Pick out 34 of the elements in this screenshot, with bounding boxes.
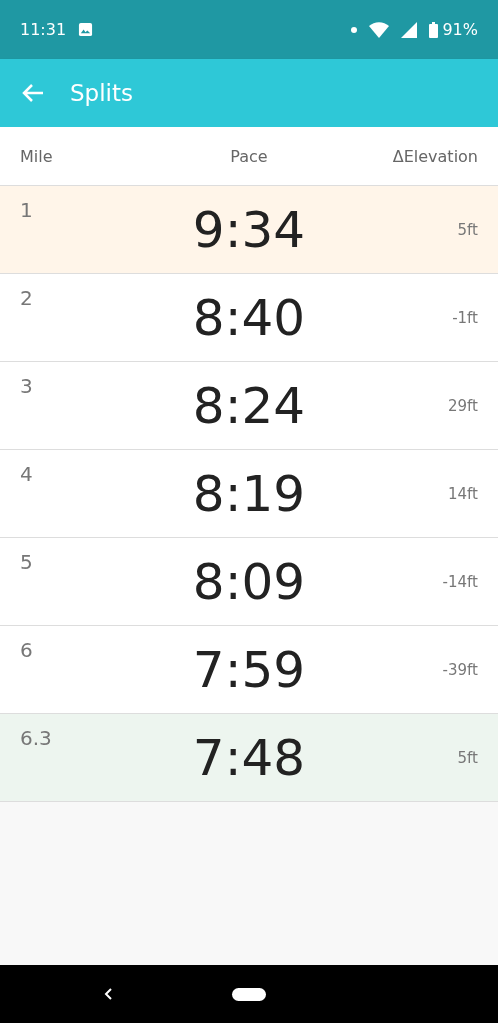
clock: 11:31 (20, 20, 67, 39)
elevation-change: -14ft (442, 572, 478, 591)
image-icon (78, 22, 94, 37)
pace-value: 8:09 (192, 552, 306, 611)
mile-number: 1 (20, 198, 33, 222)
mile-number: 6 (20, 638, 33, 662)
mile-number: 2 (20, 286, 33, 310)
elevation-change: 14ft (448, 484, 478, 503)
battery-level: 91% (442, 20, 478, 39)
wifi-icon (369, 21, 390, 38)
elevation-change: -1ft (452, 308, 478, 327)
signal-icon (401, 21, 418, 38)
back-icon[interactable] (103, 987, 113, 1001)
elevation-change: -39ft (442, 660, 478, 679)
mile-number: 3 (20, 374, 33, 398)
screen-title: Splits (70, 80, 133, 106)
mile-number: 5 (20, 550, 33, 574)
column-header: Pace (230, 146, 268, 166)
elevation-change: 5ft (457, 220, 478, 239)
pace-value: 7:48 (192, 728, 306, 787)
pace-value: 8:40 (192, 288, 306, 347)
column-header: ΔElevation (392, 146, 478, 166)
pace-value: 8:24 (192, 376, 306, 435)
dot-icon (351, 26, 358, 33)
pace-value: 9:34 (192, 200, 306, 259)
column-header: Mile (20, 146, 53, 166)
elevation-change: 5ft (457, 748, 478, 767)
elevation-change: 29ft (448, 396, 478, 415)
mile-number: 6.3 (20, 726, 52, 750)
pace-value: 8:19 (192, 464, 306, 523)
pace-value: 7:59 (192, 640, 306, 699)
mile-number: 4 (20, 462, 33, 486)
home-handle[interactable] (232, 987, 266, 1001)
battery-icon (429, 21, 439, 38)
